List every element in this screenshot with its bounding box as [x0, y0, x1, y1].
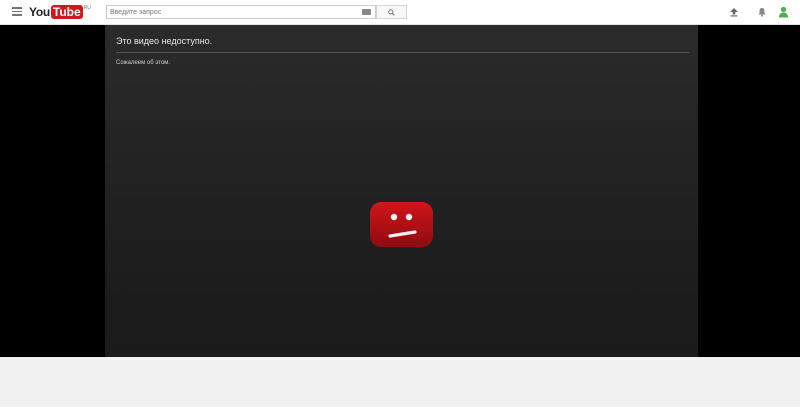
search-button[interactable] [376, 5, 407, 19]
search-icon [388, 8, 395, 16]
sad-face-icon [370, 202, 433, 247]
search-box [106, 5, 376, 19]
bottom-edge [0, 407, 800, 411]
youtube-logo[interactable]: You Tube RU [29, 4, 91, 20]
notifications-button[interactable] [756, 6, 768, 18]
error-title: Это видео недоступно. [116, 36, 213, 46]
logo-country-code: RU [83, 5, 91, 11]
bell-icon [758, 8, 766, 17]
keyboard-icon[interactable] [362, 9, 371, 15]
upload-icon [730, 8, 738, 17]
hamburger-icon [12, 7, 22, 9]
error-divider [116, 52, 689, 53]
logo-text-you: You [29, 5, 50, 19]
masthead: You Tube RU [0, 0, 800, 25]
player-area: Это видео недоступно. Сожалеем об этом. [0, 25, 800, 357]
avatar-icon [778, 6, 788, 18]
upload-button[interactable] [728, 6, 740, 18]
logo-text-tube: Tube [50, 5, 83, 19]
video-player[interactable]: Это видео недоступно. Сожалеем об этом. [105, 25, 698, 357]
account-button[interactable] [777, 6, 789, 18]
search-input[interactable] [107, 6, 360, 18]
page-below-player [0, 357, 800, 407]
guide-menu-button[interactable] [12, 7, 22, 17]
error-subtitle: Сожалеем об этом. [116, 60, 171, 66]
